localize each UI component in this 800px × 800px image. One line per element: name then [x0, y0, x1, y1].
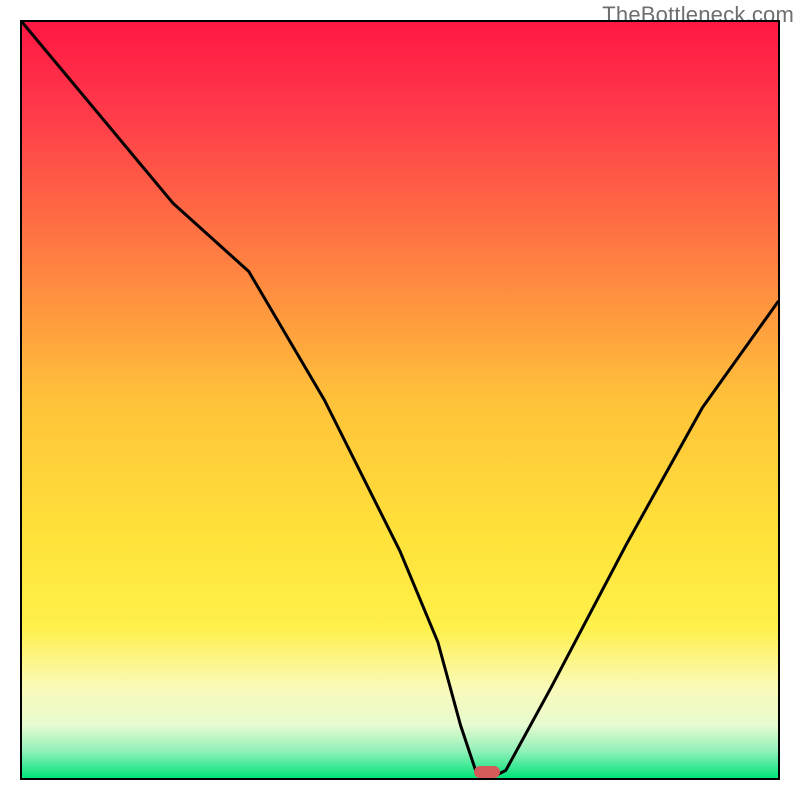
bottleneck-curve [22, 22, 778, 778]
chart-frame: TheBottleneck.com [0, 0, 800, 800]
curve-layer [22, 22, 778, 778]
optimal-marker [474, 766, 500, 778]
plot-area [20, 20, 780, 780]
